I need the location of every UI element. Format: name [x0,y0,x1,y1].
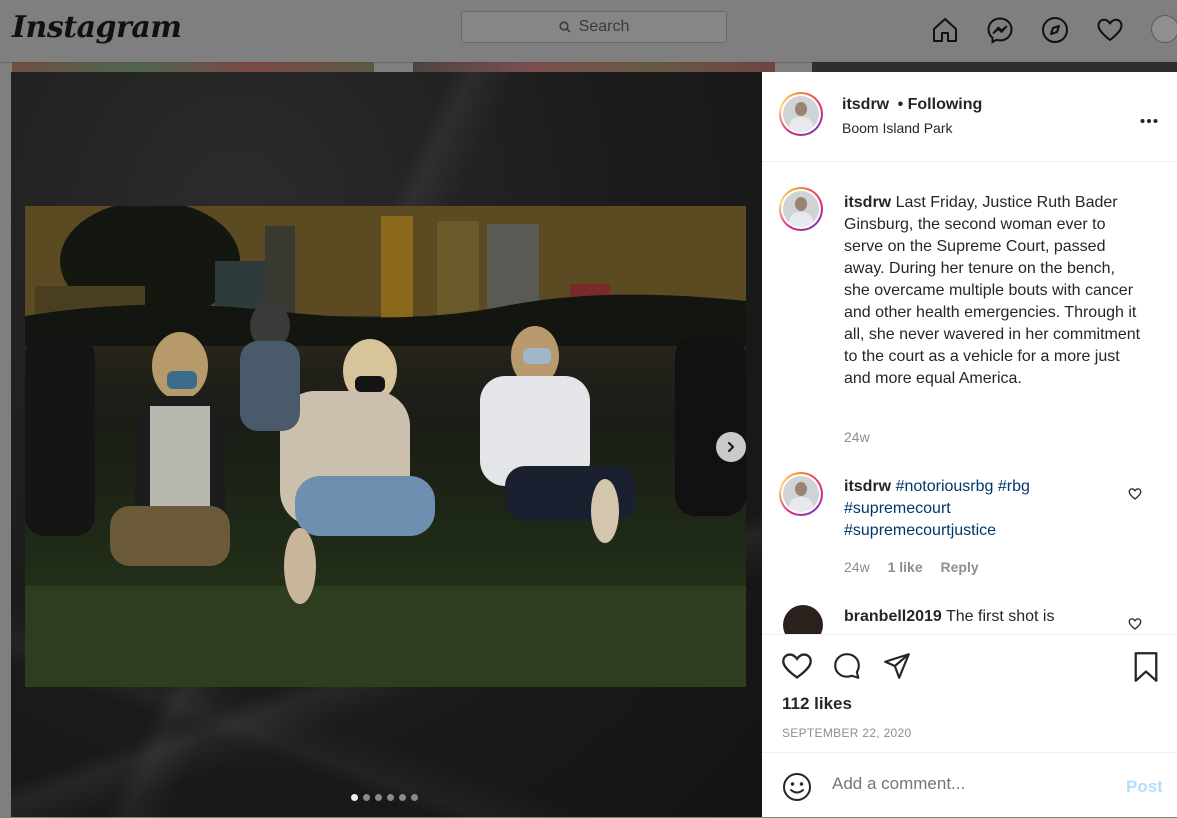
caption-text: itsdrw Last Friday, Justice Ruth Bader G… [844,192,1144,390]
feed-thumbnail [12,62,374,72]
explore-icon[interactable] [1039,14,1071,46]
add-comment-bar: Post [762,752,1177,818]
location-link[interactable]: Boom Island Park [842,120,953,136]
comment-text: branbell2019 The first shot is [844,606,1084,628]
more-options-icon[interactable] [1140,107,1158,130]
comments-list[interactable]: itsdrw Last Friday, Justice Ruth Bader G… [762,162,1177,634]
comment-text: itsdrw #notoriousrbg #rbg #supremecourt … [844,476,1074,542]
messenger-icon[interactable] [984,14,1016,46]
comment-meta: 24w 1 like Reply [844,559,993,575]
feed-thumbnail [812,62,1177,72]
comment-username[interactable]: itsdrw [844,194,891,211]
instagram-logo[interactable]: Instagram [12,10,182,45]
post-media [11,72,762,817]
carousel-dot [399,794,406,801]
photo-scene [25,206,746,687]
next-photo-button[interactable] [716,432,746,462]
post-comment-button[interactable]: Post [1126,777,1163,797]
comment-body: Last Friday, Justice Ruth Bader Ginsburg… [844,194,1141,387]
bookmark-icon[interactable] [1132,651,1160,688]
comment-likes[interactable]: 1 like [888,559,923,575]
carousel-dot [411,794,418,801]
comment-like-icon[interactable] [1128,617,1142,634]
overlay-gap [0,72,11,817]
profile-avatar[interactable] [1151,15,1177,43]
carousel-dot [387,794,394,801]
comment-username[interactable]: itsdrw [844,478,891,495]
post-header: itsdrw • Following Boom Island Park [762,72,1177,162]
search-icon [559,21,571,33]
post-actions: 112 likes SEPTEMBER 22, 2020 [762,634,1177,753]
comment-time[interactable]: 24w [844,559,870,575]
search-box[interactable]: Search [461,11,727,43]
likes-count[interactable]: 112 likes [782,694,852,714]
comment-body: The first shot is [945,608,1055,625]
search-placeholder: Search [578,18,630,35]
comment-avatar[interactable] [783,605,823,634]
post-panel: itsdrw • Following Boom Island Park itsd… [762,72,1177,817]
caption-meta: 24w [844,429,884,445]
author-username[interactable]: itsdrw [842,96,889,113]
activity-heart-icon[interactable] [1094,14,1126,46]
comment-time[interactable]: 24w [844,429,870,445]
hashtag-link[interactable]: #supremecourtjustice [844,522,996,539]
following-label[interactable]: • Following [898,96,983,113]
carousel-dot [351,794,358,801]
share-direct-icon[interactable] [881,651,913,686]
comment-avatar[interactable] [779,472,823,516]
carousel-dot [363,794,370,801]
caption-avatar[interactable] [779,187,823,231]
hashtag-link[interactable]: #notoriousrbg [896,478,994,495]
like-heart-icon[interactable] [781,651,813,686]
chevron-right-icon [727,441,735,453]
post-photo[interactable] [25,206,746,687]
comment-like-icon[interactable] [1128,487,1142,506]
comment-username[interactable]: branbell2019 [844,608,942,625]
emoji-icon[interactable] [782,772,812,807]
hashtag-link[interactable]: #supremecourt [844,500,951,517]
home-icon[interactable] [929,14,961,46]
carousel-dot [375,794,382,801]
comment-bubble-icon[interactable] [831,651,863,686]
feed-thumbnail [413,62,775,72]
header-user-line: itsdrw • Following [842,96,982,114]
hashtag-link[interactable]: #rbg [998,478,1030,495]
add-comment-input[interactable] [832,774,1102,794]
carousel-indicator [351,794,423,801]
top-nav: Instagram Search [0,0,1177,63]
reply-button[interactable]: Reply [941,559,979,575]
author-avatar[interactable] [779,92,823,136]
post-date[interactable]: SEPTEMBER 22, 2020 [782,726,911,740]
